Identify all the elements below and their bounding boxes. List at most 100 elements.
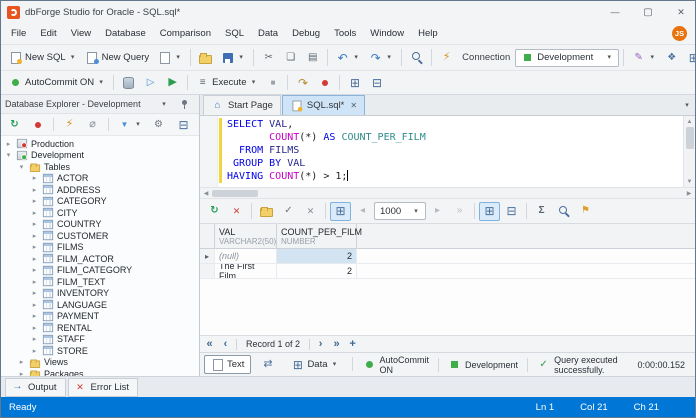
- expander-icon[interactable]: ▾: [4, 151, 13, 159]
- tree-item-country[interactable]: ▸COUNTRY: [1, 219, 199, 231]
- new-query-button[interactable]: New Query: [82, 48, 154, 67]
- paste-button[interactable]: ▤: [302, 48, 323, 67]
- first-record-button[interactable]: «: [202, 337, 217, 351]
- last-record-button[interactable]: »: [329, 337, 344, 351]
- open-file-button[interactable]: [195, 48, 216, 67]
- expander-icon[interactable]: ▸: [30, 347, 39, 355]
- pin-button[interactable]: [174, 95, 195, 114]
- tree-item-views[interactable]: ▸Views: [1, 357, 199, 369]
- menu-edit[interactable]: Edit: [33, 25, 63, 42]
- close-tab-icon[interactable]: ✕: [350, 101, 357, 110]
- scroll-right-icon[interactable]: ▶: [683, 190, 695, 197]
- settings-button[interactable]: ⚙: [148, 115, 169, 134]
- code-line-2[interactable]: COUNT(*) AS COUNT_PER_FILM: [227, 131, 683, 144]
- collapse-all-button[interactable]: ⊟: [173, 115, 194, 134]
- grid-cell[interactable]: 2: [277, 264, 357, 278]
- next-record-button[interactable]: ›: [313, 337, 328, 351]
- expander-icon[interactable]: ▸: [17, 358, 26, 366]
- menu-window[interactable]: Window: [363, 25, 411, 42]
- code-line-4[interactable]: GROUP BY VAL: [227, 157, 683, 170]
- last-page-button[interactable]: »: [449, 202, 470, 221]
- tree-item-film-actor[interactable]: ▸FILM_ACTOR: [1, 253, 199, 265]
- run-file-button[interactable]: ▷: [140, 73, 161, 92]
- tab-list-button[interactable]: ▾: [683, 99, 691, 112]
- scroll-left-icon[interactable]: ◀: [200, 190, 212, 197]
- expander-icon[interactable]: ▸: [4, 140, 13, 148]
- redo-button[interactable]: ↷▾: [365, 48, 397, 67]
- error-list-tab[interactable]: ✕Error List: [68, 378, 139, 397]
- grid-cell[interactable]: The First Film: [215, 264, 277, 278]
- refresh-button[interactable]: ↻: [4, 115, 25, 134]
- grid-cell[interactable]: 2: [277, 249, 357, 263]
- scroll-thumb[interactable]: [686, 127, 694, 149]
- card-view-button[interactable]: ⊟: [501, 202, 522, 221]
- results-split-button[interactable]: ⊟: [366, 73, 387, 92]
- tab-sql-sql-[interactable]: SQL.sql*✕: [282, 95, 365, 115]
- new-record-button[interactable]: +: [345, 337, 360, 351]
- tree-item-films[interactable]: ▸FILMS: [1, 242, 199, 254]
- menu-comparison[interactable]: Comparison: [153, 25, 218, 42]
- tree-item-store[interactable]: ▸STORE: [1, 345, 199, 357]
- undo-button[interactable]: ↶▾: [332, 48, 364, 67]
- expander-icon[interactable]: ▸: [30, 243, 39, 251]
- next-page-button[interactable]: ▸: [427, 202, 448, 221]
- editor-vertical-scrollbar[interactable]: ▲ ▼: [683, 116, 695, 187]
- find-data-button[interactable]: [553, 202, 574, 221]
- connection-select[interactable]: Development▾: [515, 49, 619, 67]
- execute-run-button[interactable]: ▶: [162, 73, 183, 92]
- autocommit-button[interactable]: AutoCommit ON▾: [5, 73, 109, 92]
- tree-item-staff[interactable]: ▸STAFF: [1, 334, 199, 346]
- minimize-button[interactable]: [601, 2, 629, 23]
- tree-item-film-category[interactable]: ▸FILM_CATEGORY: [1, 265, 199, 277]
- tree-item-customer[interactable]: ▸CUSTOMER: [1, 230, 199, 242]
- menu-tools[interactable]: Tools: [327, 25, 363, 42]
- expander-icon[interactable]: ▾: [17, 163, 26, 171]
- scroll-down-icon[interactable]: ▼: [684, 176, 695, 187]
- tree-item-city[interactable]: ▸CITY: [1, 207, 199, 219]
- column-header-count_per_film[interactable]: COUNT_PER_FILMNUMBER: [277, 224, 357, 248]
- stop-button[interactable]: ■: [262, 73, 283, 92]
- code-line-3[interactable]: FROM FILMS: [227, 144, 683, 157]
- execute-button[interactable]: ≡Execute▾: [192, 73, 261, 92]
- save-button[interactable]: ▾: [217, 48, 249, 67]
- page-size-select[interactable]: 1000▾: [374, 202, 426, 220]
- expander-icon[interactable]: ▸: [30, 220, 39, 228]
- tree-item-film-text[interactable]: ▸FILM_TEXT: [1, 276, 199, 288]
- expander-icon[interactable]: ▸: [30, 324, 39, 332]
- grid-cell[interactable]: (null): [215, 249, 277, 263]
- editor-horizontal-scrollbar[interactable]: ◀ ▶: [200, 188, 695, 199]
- scroll-thumb[interactable]: [212, 190, 258, 197]
- rollback-button[interactable]: ✕: [300, 202, 321, 221]
- disconnect-button[interactable]: ⌀: [82, 115, 103, 134]
- find-button[interactable]: [406, 48, 427, 67]
- expander-icon[interactable]: ▸: [30, 209, 39, 217]
- row-selector[interactable]: [200, 264, 215, 278]
- column-header-val[interactable]: VALVARCHAR2(50): [215, 224, 277, 248]
- menu-debug[interactable]: Debug: [285, 25, 327, 42]
- menu-help[interactable]: Help: [411, 25, 445, 42]
- expander-icon[interactable]: ▸: [30, 174, 39, 182]
- results-grid-button[interactable]: ⊞: [344, 73, 365, 92]
- expander-icon[interactable]: ▸: [30, 186, 39, 194]
- code-line-5[interactable]: HAVING COUNT(*) > 1;: [227, 170, 683, 183]
- expander-icon[interactable]: ▸: [30, 278, 39, 286]
- tree-item-development[interactable]: ▾Development: [1, 150, 199, 162]
- tree-item-packages[interactable]: ▸Packages: [1, 368, 199, 376]
- flag-button[interactable]: ⚑: [575, 202, 596, 221]
- tree-item-rental[interactable]: ▸RENTAL: [1, 322, 199, 334]
- current-row-marker[interactable]: ▸: [200, 249, 215, 263]
- expander-icon[interactable]: ▸: [30, 301, 39, 309]
- connect-button[interactable]: ⚡: [59, 115, 80, 134]
- select-all-corner[interactable]: [200, 224, 215, 248]
- query-builder-button[interactable]: ⊞: [683, 48, 696, 67]
- tree-item-language[interactable]: ▸LANGUAGE: [1, 299, 199, 311]
- expander-icon[interactable]: ▸: [30, 289, 39, 297]
- output-tab[interactable]: →Output: [5, 378, 66, 397]
- snippets-button[interactable]: ❖: [661, 48, 682, 67]
- close-button[interactable]: [667, 2, 695, 23]
- tab-start-page[interactable]: ⌂Start Page: [203, 95, 281, 115]
- tree-item-category[interactable]: ▸CATEGORY: [1, 196, 199, 208]
- window-position-button[interactable]: ▾: [156, 95, 172, 114]
- scroll-up-icon[interactable]: ▲: [684, 116, 695, 127]
- transaction-button[interactable]: [118, 73, 139, 92]
